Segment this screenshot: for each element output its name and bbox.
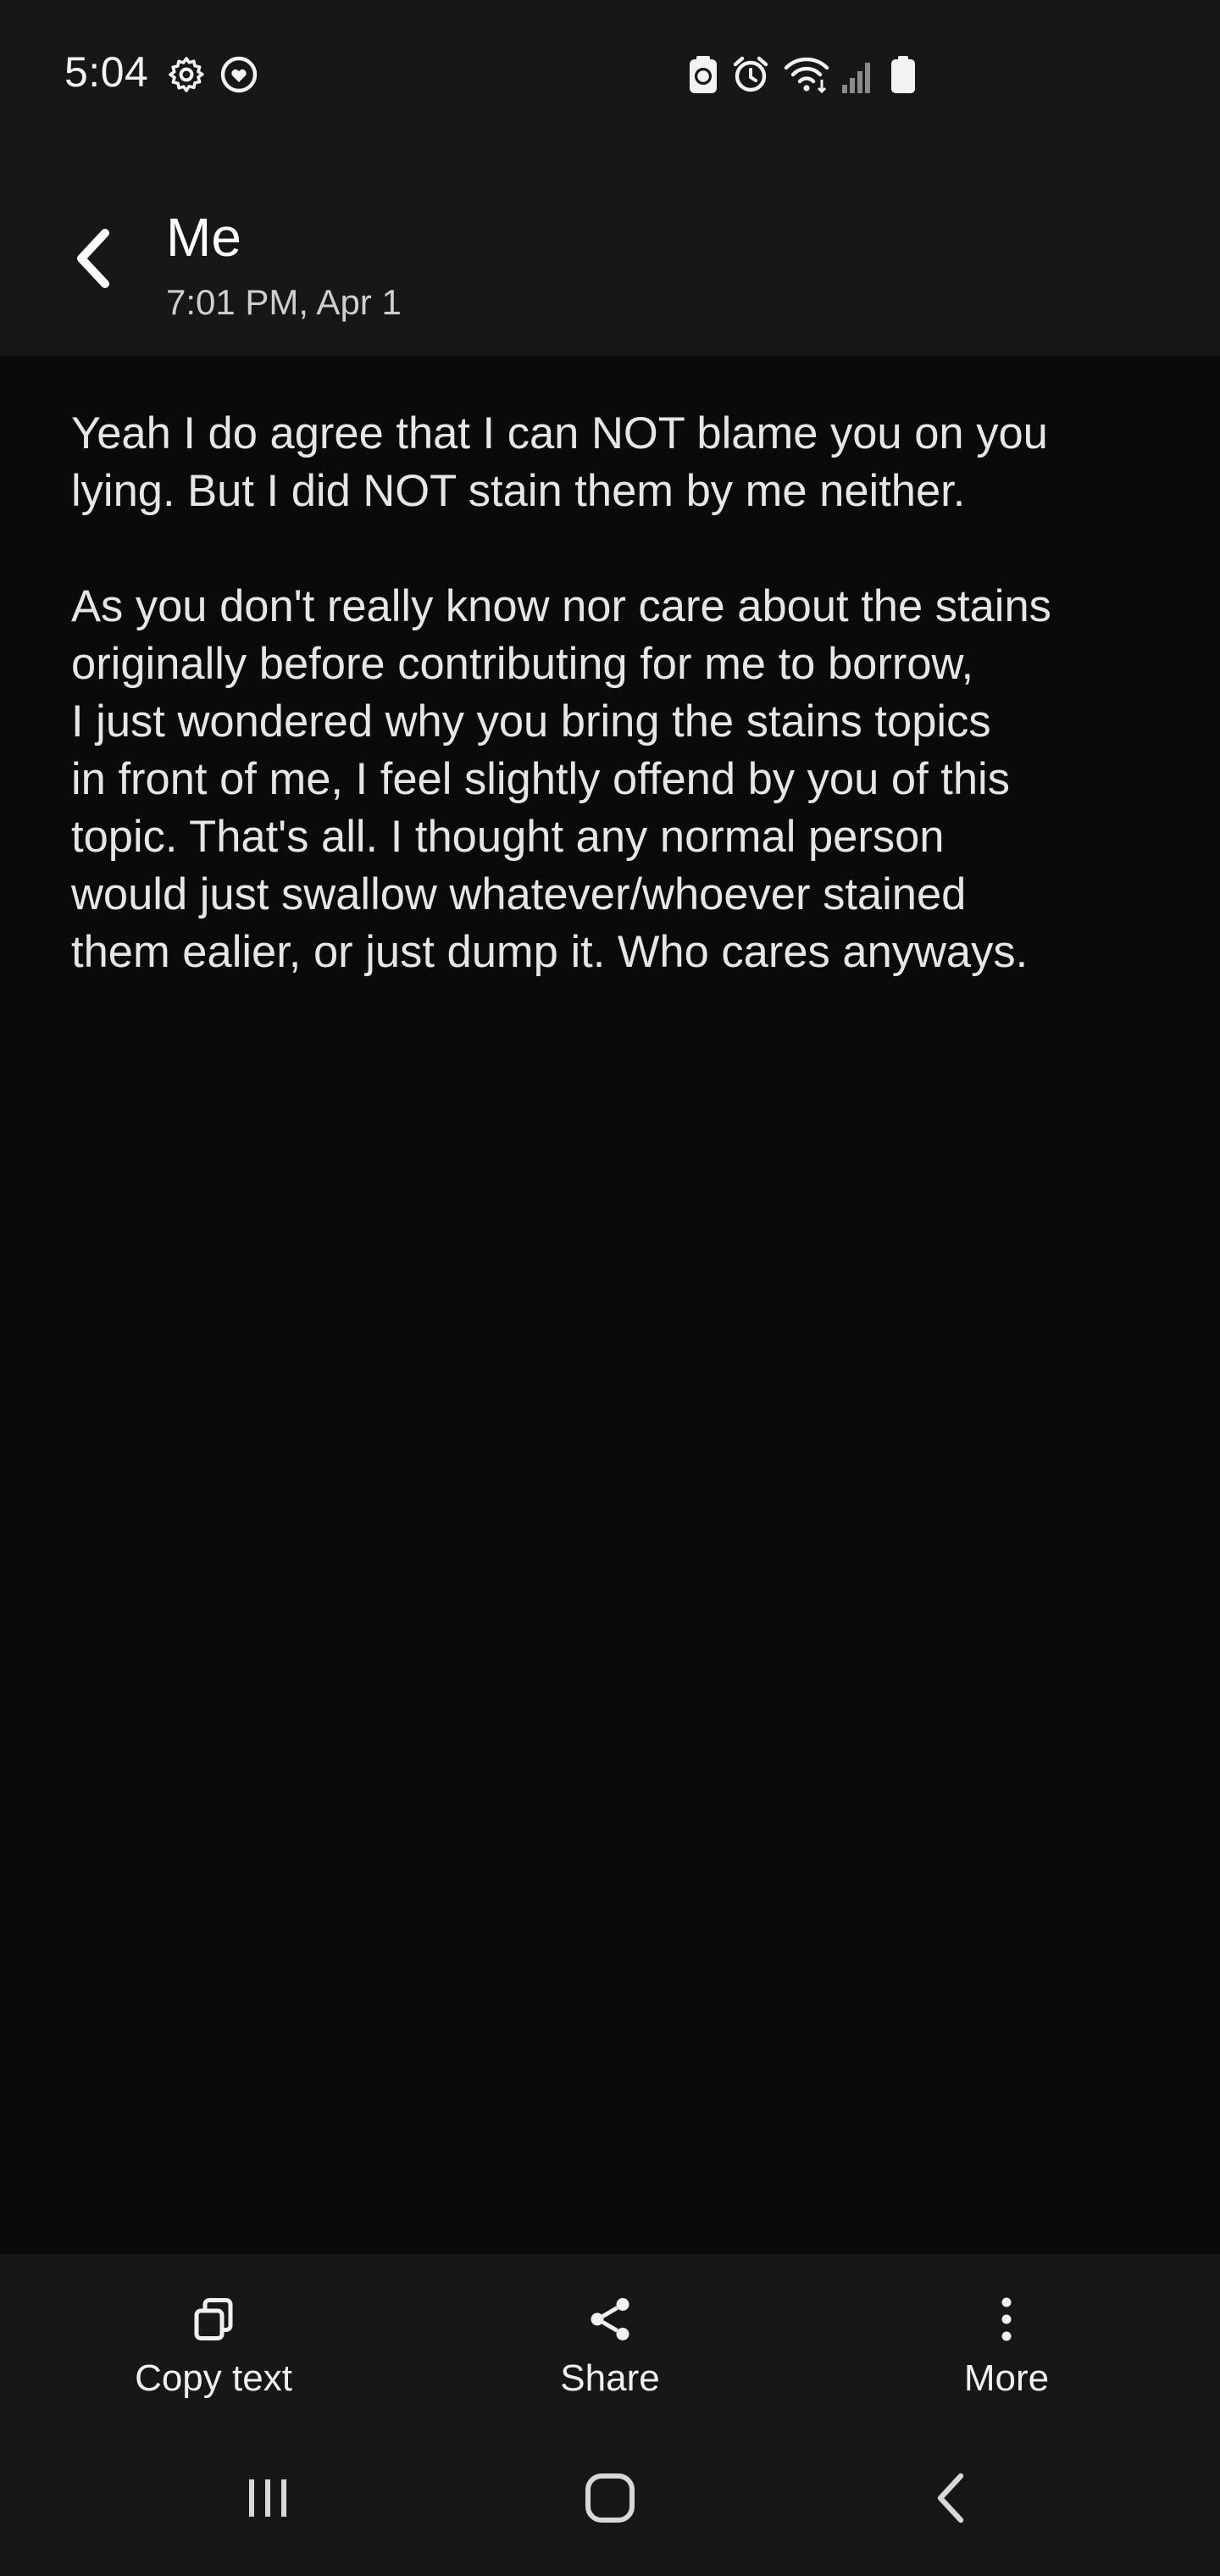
wifi-icon: [784, 57, 829, 94]
message-detail-screen: 5:04 Me 7:01 PM, Apr 1 Yeah I do agree t…: [0, 0, 1220, 2576]
message-timestamp: 7:01 PM, Apr 1: [166, 282, 402, 322]
copy-icon: [194, 2298, 233, 2340]
nav-back-button[interactable]: [900, 2456, 1001, 2540]
sender-name: Me: [166, 207, 241, 268]
back-button[interactable]: [68, 225, 119, 292]
share-icon: [591, 2298, 629, 2340]
copy-text-label: Copy text: [135, 2357, 292, 2399]
app-header: Me 7:01 PM, Apr 1: [0, 148, 1220, 356]
alarm-icon: [733, 56, 768, 92]
status-time: 5:04: [64, 48, 149, 96]
home-button[interactable]: [559, 2456, 661, 2540]
share-button[interactable]: Share: [483, 2254, 737, 2415]
heart-circle-icon: [220, 56, 258, 93]
more-label: More: [963, 2357, 1050, 2399]
status-bar: 5:04: [0, 0, 1220, 148]
recent-apps-button[interactable]: [217, 2456, 319, 2540]
navigation-bar: [0, 2415, 1220, 2576]
recent-apps-icon: [249, 2479, 286, 2517]
gear-icon: [169, 57, 204, 92]
more-button[interactable]: More: [879, 2254, 1134, 2415]
share-label: Share: [560, 2357, 660, 2399]
message-body: Yeah I do agree that I can NOT blame you…: [71, 405, 1173, 981]
battery-saver-icon: [690, 56, 717, 93]
home-icon: [585, 2473, 635, 2523]
battery-icon: [891, 56, 915, 93]
message-paragraph: As you don't really know nor care about …: [71, 581, 1051, 977]
signal-icon: [842, 63, 870, 93]
message-paragraph: Yeah I do agree that I can NOT blame you…: [71, 408, 1048, 516]
more-vertical-icon: [1001, 2297, 1012, 2341]
back-icon: [937, 2473, 964, 2523]
copy-text-button[interactable]: Copy text: [86, 2254, 341, 2415]
action-bar: Copy text Share More: [0, 2254, 1220, 2415]
